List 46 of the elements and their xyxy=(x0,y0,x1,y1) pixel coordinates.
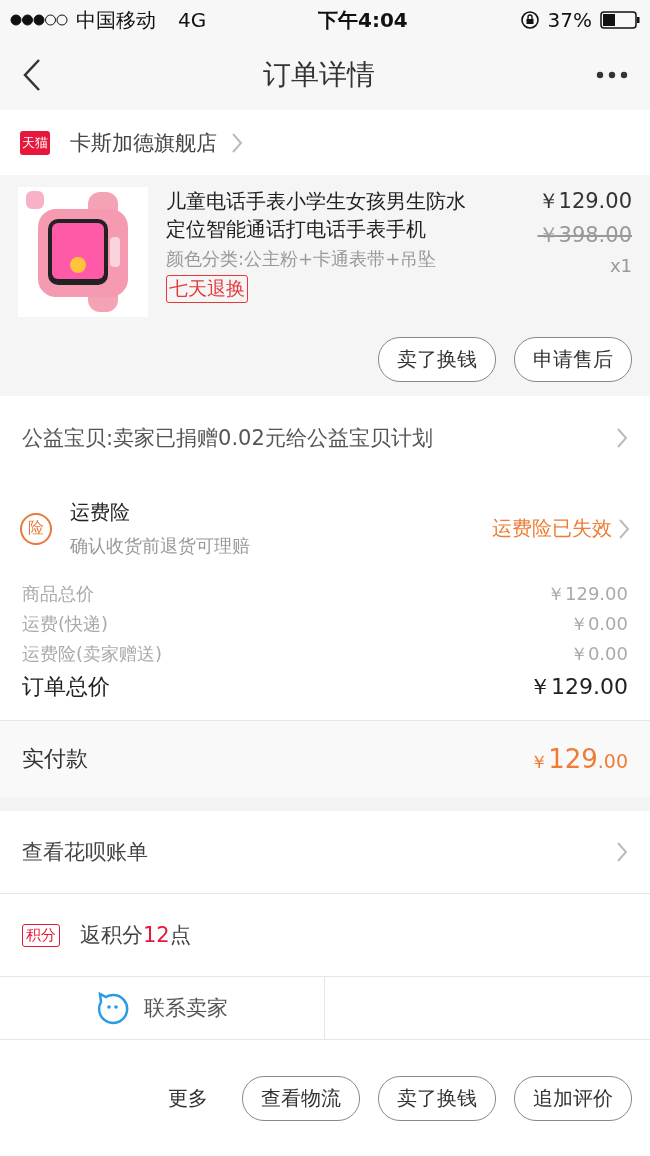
price-value: ￥0.00 xyxy=(569,642,628,666)
carrier-name: 中国移动 xyxy=(76,6,156,34)
back-icon[interactable] xyxy=(22,58,42,92)
action-button[interactable]: 查看物流 xyxy=(242,1075,360,1121)
price-label: 商品总价 xyxy=(22,582,94,606)
quantity: x1 xyxy=(609,255,632,276)
points-badge: 积分 xyxy=(22,923,60,947)
insurance-title: 运费险 xyxy=(70,499,131,526)
price-value: ￥129.00 xyxy=(547,582,628,606)
price-value: ￥0.00 xyxy=(569,612,628,636)
chevron-right-icon xyxy=(616,426,628,449)
price-label: 订单总价 xyxy=(22,673,110,701)
price-label: 运费(快递) xyxy=(22,612,109,636)
original-price: ￥398.00 xyxy=(537,222,632,249)
chevron-right-icon xyxy=(231,131,243,154)
battery-percent: 37% xyxy=(547,8,592,32)
chevron-right-icon xyxy=(616,841,628,863)
action-button[interactable]: 追加评价 xyxy=(514,1075,632,1121)
network-type: 4G xyxy=(178,8,207,32)
store-name[interactable]: 卡斯加德旗舰店 xyxy=(70,128,217,157)
insurance-subtitle: 确认收货前退货可理赔 xyxy=(70,534,251,558)
status-time: 下午4:04 xyxy=(318,6,408,34)
action-button[interactable]: 卖了换钱 xyxy=(378,1075,496,1121)
price-value: ￥129.00 xyxy=(529,673,628,701)
paid-label: 实付款 xyxy=(22,745,88,773)
signal-icon xyxy=(10,14,68,26)
page-title: 订单详情 xyxy=(263,57,375,93)
huabei-link[interactable]: 查看花呗账单 xyxy=(22,838,148,866)
store-badge: 天猫 xyxy=(20,130,50,155)
battery-icon xyxy=(600,11,640,29)
rotation-lock-icon xyxy=(519,10,540,30)
points-text: 返积分12点 xyxy=(80,922,191,949)
insurance-icon: 险 xyxy=(20,512,52,545)
action-button[interactable]: 卖了换钱 xyxy=(378,337,496,382)
more-icon[interactable] xyxy=(596,71,628,79)
chevron-right-icon xyxy=(618,517,630,540)
product-variant: 颜色分类:公主粉+卡通表带+吊坠 xyxy=(166,247,438,271)
product-title[interactable]: 儿童电话手表小学生女孩男生防水定位智能通话打电话手表手机 xyxy=(166,187,476,243)
paid-amount: ￥129.00 xyxy=(530,744,628,774)
contact-seller[interactable]: 联系卖家 xyxy=(144,994,228,1022)
return-policy-tag: 七天退换 xyxy=(166,275,248,303)
chat-face-icon xyxy=(96,991,130,1025)
product-price: ￥129.00 xyxy=(537,188,632,215)
price-label: 运费险(卖家赠送) xyxy=(22,642,163,666)
more-link[interactable]: 更多 xyxy=(168,1084,208,1112)
action-button[interactable]: 申请售后 xyxy=(514,337,632,382)
